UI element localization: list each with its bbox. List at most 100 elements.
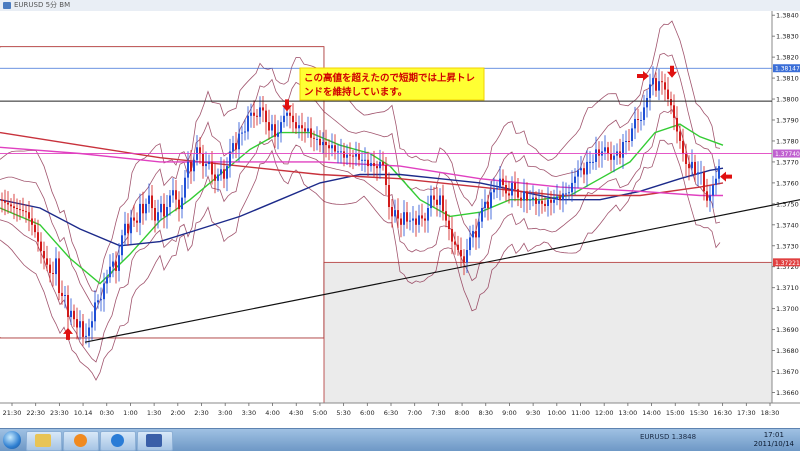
candle-body: [337, 151, 339, 153]
candle-body: [667, 89, 669, 99]
candle-body: [301, 125, 303, 129]
candle-body: [364, 159, 366, 161]
time-tick-label: 7:30: [431, 409, 446, 417]
candle-body: [382, 161, 384, 165]
price-tick-label: 1.3840: [776, 12, 799, 20]
candle-body: [496, 188, 498, 190]
price-chart[interactable]: 1.3840 1.3830 1.3820 1.3810 1.3800 1.3790 1.37…: [0, 11, 800, 428]
time-tick-label: 1:30: [147, 409, 162, 417]
candle-body: [52, 273, 54, 274]
explorer-icon[interactable]: [26, 431, 62, 451]
candle-body: [376, 166, 378, 169]
candle-body: [28, 212, 30, 219]
price-tag-upper-label: 1.38147: [775, 66, 800, 73]
candle-body: [241, 132, 243, 134]
candle-body: [73, 310, 75, 320]
candle-body: [25, 211, 27, 213]
candle-body: [370, 163, 372, 167]
candle-body: [697, 172, 699, 175]
price-tick-label: 1.3680: [776, 347, 799, 355]
candle-body: [445, 211, 447, 221]
candle-body: [385, 165, 387, 185]
candle-body: [13, 206, 15, 209]
candle-body: [550, 199, 552, 203]
candle-body: [661, 81, 663, 83]
candle-body: [346, 154, 348, 158]
candle-body: [580, 168, 582, 171]
candle-body: [619, 151, 621, 158]
price-tick-label: 1.3710: [776, 284, 799, 292]
candle-body: [166, 207, 168, 217]
time-tick-label: 10.14: [74, 409, 93, 417]
clock-date: 2011/10/14: [753, 440, 794, 448]
candle-body: [85, 335, 87, 337]
candle-body: [313, 137, 315, 139]
candle-body: [121, 235, 123, 256]
candle-body: [409, 220, 411, 222]
candle-body: [55, 258, 57, 275]
candle-body: [517, 189, 519, 198]
candle-body: [490, 192, 492, 208]
candle-body: [571, 182, 573, 193]
candle-body: [190, 161, 192, 172]
time-tick-label: 1:00: [123, 409, 138, 417]
candle-body: [238, 133, 240, 150]
candle-body: [379, 161, 381, 169]
candle-body: [82, 321, 84, 337]
candle-body: [634, 119, 636, 129]
candle-body: [265, 110, 267, 123]
time-tick-label: 0:30: [99, 409, 114, 417]
app-icon: [3, 2, 11, 9]
price-tick-label: 1.3770: [776, 158, 799, 166]
candle-body: [262, 107, 264, 111]
price-tick-label: 1.3780: [776, 137, 799, 145]
candle-body: [292, 115, 294, 123]
candle-body: [694, 161, 696, 175]
candle-body: [628, 141, 630, 142]
taskbar-clock[interactable]: 17:01 2011/10/14: [754, 431, 794, 449]
candle-body: [610, 153, 612, 160]
candle-body: [505, 185, 507, 194]
time-tick-label: 9:00: [502, 409, 517, 417]
candle-body: [607, 147, 609, 154]
media-player-icon[interactable]: [63, 431, 99, 451]
candle-body: [592, 161, 594, 163]
candle-body: [373, 163, 375, 167]
candle-body: [511, 182, 513, 196]
candle-body: [97, 300, 99, 303]
candle-body: [7, 202, 9, 205]
candle-body: [586, 161, 588, 175]
candle-body: [124, 223, 126, 236]
candle-body: [637, 119, 639, 120]
time-tick-label: 18:30: [761, 409, 780, 417]
clock-time: 17:01: [763, 431, 784, 439]
candle-body: [640, 120, 642, 121]
candle-body: [622, 142, 624, 158]
candle-body: [94, 302, 96, 322]
candle-body: [34, 224, 36, 233]
candle-body: [259, 107, 261, 117]
time-tick-label: 6:30: [384, 409, 399, 417]
candle-body: [706, 191, 708, 201]
candle-body: [673, 105, 675, 118]
candle-body: [169, 195, 171, 207]
candle-body: [115, 261, 117, 271]
start-orb-icon[interactable]: [3, 431, 21, 449]
time-tick-label: 3:30: [242, 409, 257, 417]
candle-body: [247, 115, 249, 132]
candle-body: [712, 185, 714, 196]
candle-body: [274, 124, 276, 137]
time-tick-label: 2:30: [194, 409, 209, 417]
candle-body: [151, 195, 153, 209]
candle-body: [514, 182, 516, 190]
candle-body: [88, 327, 90, 336]
price-tick-label: 1.3730: [776, 242, 799, 250]
internet-explorer-icon[interactable]: [100, 431, 136, 451]
candle-body: [64, 295, 66, 296]
candle-body: [709, 195, 711, 201]
candle-body: [367, 159, 369, 167]
candle-body: [463, 256, 465, 263]
candle-body: [235, 143, 237, 150]
app-shield-icon[interactable]: [137, 431, 173, 451]
candle-body: [508, 193, 510, 196]
